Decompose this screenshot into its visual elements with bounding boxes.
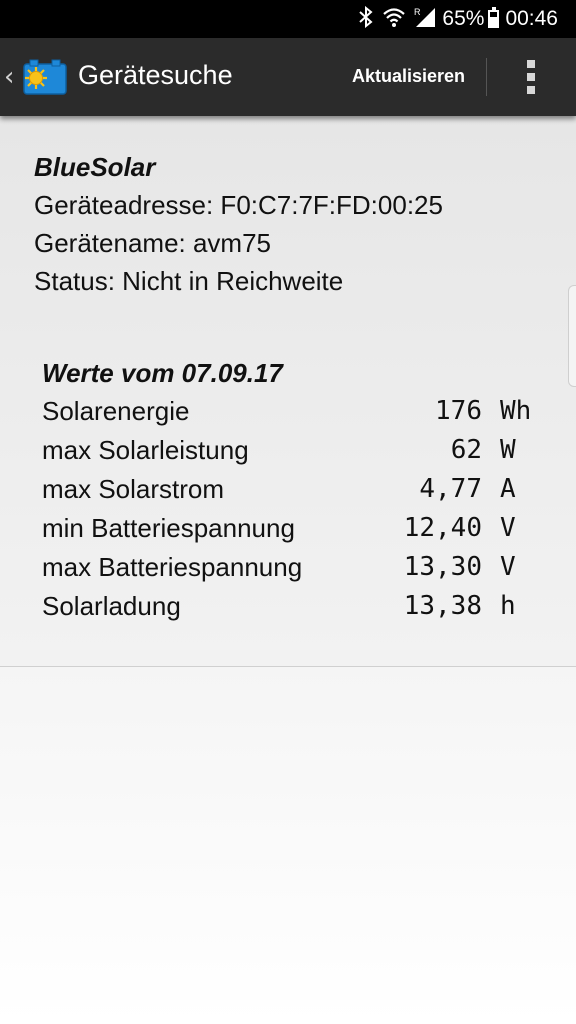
value-label: max Solarstrom: [42, 474, 225, 504]
value-unit: W: [500, 435, 516, 465]
value-number: 62: [450, 435, 482, 465]
value-label: max Solarleistung: [42, 435, 249, 465]
device-name-line: Gerätename: avm75: [34, 228, 272, 258]
refresh-button[interactable]: Aktualisieren: [352, 66, 465, 87]
clock: 00:46: [505, 7, 558, 30]
device-status: Status: Nicht in Reichweite: [34, 266, 344, 296]
value-number: 176: [435, 396, 482, 426]
value-unit: A: [500, 474, 516, 504]
value-number: 4,77: [419, 474, 482, 504]
value-unit: V: [500, 552, 516, 582]
battery-percent: 65%: [442, 7, 485, 30]
value-unit: Wh: [500, 396, 532, 426]
values-heading: Werte vom 07.09.17: [42, 358, 283, 388]
device-info: BlueSolar Geräteadresse: F0:C7:7F:FD:00:…: [34, 148, 443, 300]
edge-panel-handle[interactable]: [568, 285, 576, 387]
bluesolar-logo[interactable]: [20, 56, 68, 96]
value-unit: V: [500, 513, 516, 543]
value-unit: h: [500, 591, 516, 621]
page-title: Gerätesuche: [78, 60, 233, 90]
value-label: Solarenergie: [42, 396, 190, 426]
device-address: Geräteadresse: F0:C7:7F:FD:00:25: [34, 190, 443, 220]
device-title: BlueSolar: [34, 152, 156, 182]
app-bar: ‹ Gerätesuche Aktualisieren: [0, 38, 576, 116]
more-vertical-icon[interactable]: [520, 58, 544, 96]
value-number: 12,40: [403, 513, 482, 543]
value-row-solarladung: Solarladung 13,38 h: [42, 587, 542, 626]
signal-icon: R: [414, 6, 436, 33]
bluetooth-icon: [358, 5, 374, 33]
status-bar: R 65% 00:46: [0, 0, 576, 38]
value-number: 13,38: [403, 591, 482, 621]
values-table: Werte vom 07.09.17 Solarenergie 176 Wh m…: [42, 354, 542, 626]
value-row-max-solarleistung: max Solarleistung 62 W: [42, 431, 542, 470]
value-label: min Batteriespannung: [42, 513, 295, 543]
svg-text:R: R: [414, 7, 421, 17]
value-label: Solarladung: [42, 591, 181, 621]
value-row-max-solarstrom: max Solarstrom 4,77 A: [42, 470, 542, 509]
wifi-icon: [382, 6, 406, 33]
value-row-max-batteriespannung: max Batteriespannung 13,30 V: [42, 548, 542, 587]
empty-list-area: [0, 667, 576, 1024]
battery-icon: [488, 7, 500, 28]
value-label: max Batteriespannung: [42, 552, 303, 582]
chevron-left-icon[interactable]: ‹: [4, 62, 14, 92]
value-row-min-batteriespannung: min Batteriespannung 12,40 V: [42, 509, 542, 548]
toolbar-divider: [486, 58, 487, 96]
value-number: 13,30: [403, 552, 482, 582]
value-row-solarenergie: Solarenergie 176 Wh: [42, 392, 542, 431]
